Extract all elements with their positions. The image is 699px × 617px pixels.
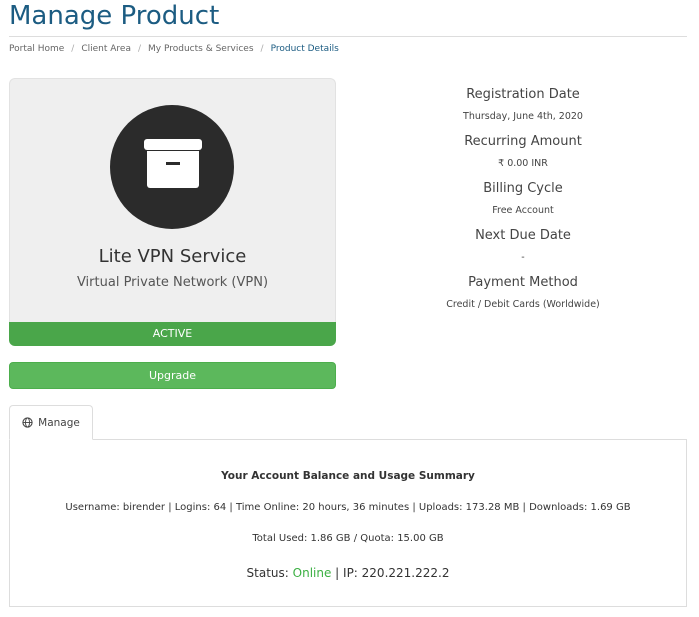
box-body — [147, 151, 199, 188]
ip-address: | IP: 220.221.222.2 — [331, 566, 450, 580]
breadcrumb-my-products[interactable]: My Products & Services — [148, 44, 254, 54]
manage-panel: Your Account Balance and Usage Summary U… — [9, 439, 687, 607]
billing-cycle-label: Billing Cycle — [483, 181, 563, 196]
status-badge: ACTIVE — [9, 322, 336, 346]
archive-box-icon — [110, 105, 234, 229]
box-handle — [166, 162, 180, 165]
breadcrumb-separator: / — [137, 44, 142, 54]
usage-line: Username: birender | Logins: 64 | Time O… — [65, 502, 631, 513]
tab-manage[interactable]: Manage — [9, 405, 93, 440]
payment-method-value: Credit / Debit Cards (Worldwide) — [446, 299, 600, 310]
product-details: Registration Date Thursday, June 4th, 20… — [352, 84, 694, 319]
next-due-date-value: - — [521, 252, 525, 263]
payment-method-label: Payment Method — [468, 275, 578, 290]
upgrade-button[interactable]: Upgrade — [9, 362, 336, 389]
breadcrumb-client-area[interactable]: Client Area — [81, 44, 131, 54]
connection-status-line: Status: Online | IP: 220.221.222.2 — [10, 566, 686, 580]
registration-date-label: Registration Date — [466, 87, 580, 102]
breadcrumb: Portal Home / Client Area / My Products … — [9, 42, 339, 56]
breadcrumb-separator: / — [260, 44, 264, 54]
breadcrumb-portal-home[interactable]: Portal Home — [9, 44, 64, 54]
quota-line: Total Used: 1.86 GB / Quota: 15.00 GB — [252, 533, 444, 544]
recurring-amount-value: ₹ 0.00 INR — [498, 158, 548, 169]
page-title: Manage Product — [9, 1, 220, 31]
title-divider — [9, 36, 687, 37]
product-group: Virtual Private Network (VPN) — [76, 275, 269, 290]
registration-date-value: Thursday, June 4th, 2020 — [463, 111, 583, 122]
summary-title: Your Account Balance and Usage Summary — [221, 470, 475, 482]
globe-icon — [22, 417, 33, 428]
online-status: Online — [292, 566, 332, 580]
billing-cycle-value: Free Account — [492, 205, 554, 216]
next-due-date-label: Next Due Date — [475, 228, 571, 243]
breadcrumb-product-details: Product Details — [270, 44, 339, 54]
status-prefix: Status: — [246, 566, 293, 580]
box-lid — [144, 139, 202, 150]
recurring-amount-label: Recurring Amount — [464, 134, 582, 149]
product-card: Lite VPN Service Virtual Private Network… — [9, 78, 336, 322]
breadcrumb-separator: / — [71, 44, 75, 54]
tab-manage-label: Manage — [38, 416, 80, 429]
product-name: Lite VPN Service — [98, 246, 247, 267]
